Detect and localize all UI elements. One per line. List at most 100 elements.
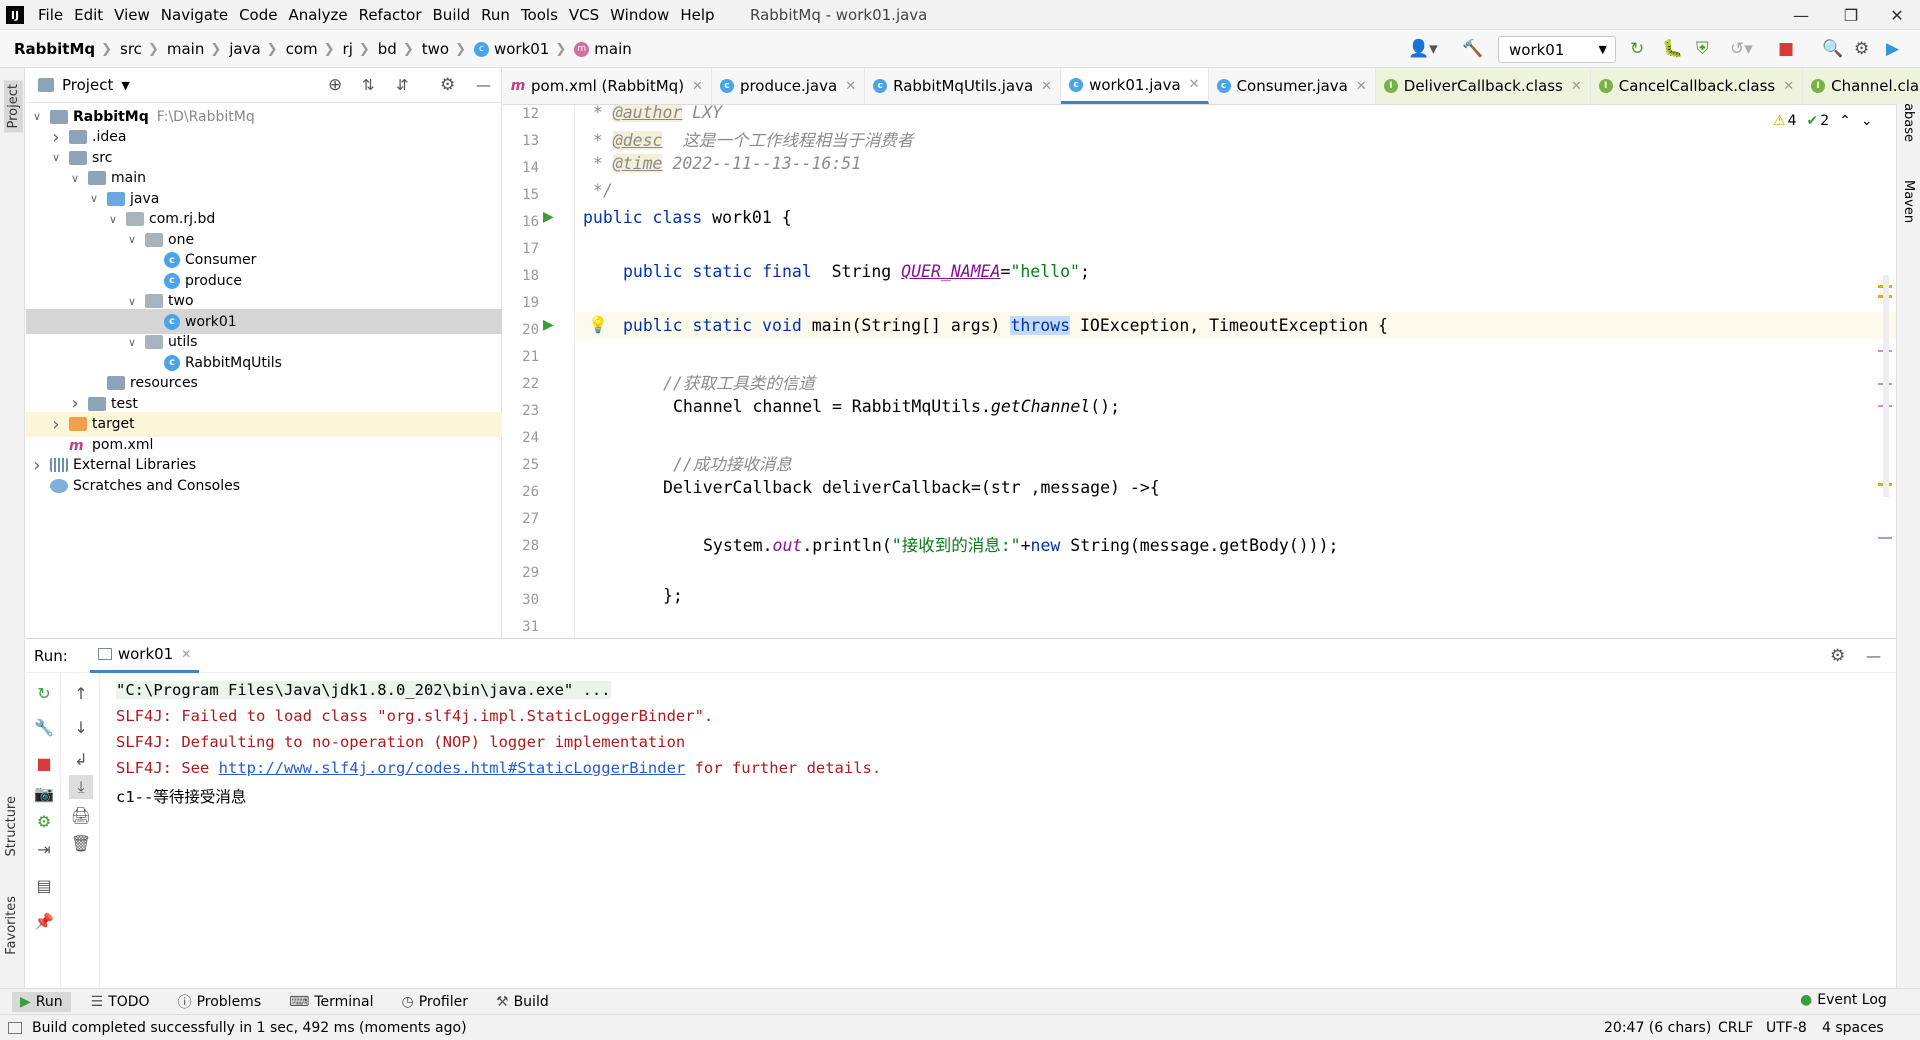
maximize-button[interactable]: ❐ <box>1828 3 1874 27</box>
project-panel-title[interactable]: Project <box>62 76 113 94</box>
inspection-widget[interactable]: ⚠ 4 ✔ 2 ⌃ ⌄ <box>1773 113 1873 129</box>
scroll-to-end-icon[interactable]: ⤓ <box>69 775 93 799</box>
tool-window-button-build[interactable]: ⚒ Build <box>488 992 557 1012</box>
chevron-down-icon[interactable]: ∨ <box>125 336 139 349</box>
lightbulb-icon[interactable]: 💡 <box>588 315 608 334</box>
menu-item-view[interactable]: View <box>114 4 150 26</box>
chevron-down-icon[interactable]: ∨ <box>68 172 82 185</box>
stop-icon[interactable]: ■ <box>32 751 56 775</box>
tool-window-button-run[interactable]: ▶ Run <box>12 991 71 1012</box>
close-tab-icon[interactable]: ✕ <box>181 647 191 661</box>
editor-scrollbar[interactable] <box>1883 275 1889 497</box>
debug-settings-icon[interactable]: ⚙ <box>32 809 56 833</box>
menu-item-window[interactable]: Window <box>610 4 669 26</box>
menu-item-edit[interactable]: Edit <box>74 4 103 26</box>
indent-setting[interactable]: 4 spaces <box>1822 1020 1884 1036</box>
menu-item-refactor[interactable]: Refactor <box>359 4 422 26</box>
run-configuration-select[interactable]: work01 ▼ <box>1498 36 1616 63</box>
stop-icon[interactable]: ■ <box>1778 39 1794 59</box>
layout-icon[interactable]: ▤ <box>32 873 56 897</box>
editor-tab[interactable]: c RabbitMqUtils.java ✕ <box>865 68 1062 104</box>
editor-tab[interactable]: IChannel.class✕ <box>1803 68 1920 104</box>
pin-icon[interactable]: 📌 <box>32 909 56 933</box>
settings-gear-icon[interactable]: ⚙ <box>1854 39 1869 59</box>
camera-icon[interactable]: 📷 <box>32 781 56 805</box>
breadcrumb-item[interactable]: main <box>167 40 204 58</box>
collapse-all-icon[interactable]: ⇵ <box>396 76 409 94</box>
usage-stripe[interactable] <box>1878 537 1892 539</box>
structure-tool-button[interactable]: Structure <box>4 796 19 856</box>
run-gutter-icon[interactable]: ▶ <box>543 317 554 333</box>
chevron-down-icon[interactable]: ∨ <box>106 213 120 226</box>
previous-highlight-icon[interactable]: ⌃ <box>1839 113 1851 129</box>
build-hammer-icon[interactable]: 🔨 <box>1462 39 1483 59</box>
close-tab-icon[interactable]: ✕ <box>1571 79 1582 94</box>
menu-item-navigate[interactable]: Navigate <box>161 4 228 26</box>
tool-window-button-terminal[interactable]: ⌨ Terminal <box>281 992 381 1012</box>
locate-icon[interactable]: ⊕ <box>328 75 342 95</box>
print-icon[interactable]: 🖨 <box>69 803 93 827</box>
expand-all-icon[interactable]: ⇅ <box>362 76 375 94</box>
menu-item-build[interactable]: Build <box>433 4 471 26</box>
trash-icon[interactable]: 🗑 <box>69 831 93 855</box>
search-icon[interactable]: 🔍 <box>1822 39 1843 59</box>
down-arrow-icon[interactable]: ↓ <box>69 715 93 739</box>
login-icon[interactable]: ⇥ <box>32 837 56 861</box>
up-arrow-icon[interactable]: ↑ <box>69 681 93 705</box>
soft-wrap-icon[interactable]: ↲ <box>69 747 93 771</box>
tree-item[interactable]: Scratches and Consoles <box>26 473 502 498</box>
caret-position[interactable]: 20:47 (6 chars) <box>1604 1020 1711 1036</box>
chevron-down-icon[interactable]: ∨ <box>49 151 63 164</box>
toolbox-icon[interactable]: ▶ <box>1886 39 1899 59</box>
profile-icon[interactable]: ↺▾ <box>1730 39 1753 59</box>
status-toggle-icon[interactable] <box>8 1021 22 1034</box>
tool-window-button-todo[interactable]: ☰ TODO <box>83 992 158 1012</box>
chevron-down-icon[interactable]: ∨ <box>125 233 139 246</box>
hide-panel-icon[interactable]: — <box>1866 647 1881 665</box>
minimize-button[interactable]: — <box>1778 3 1824 27</box>
project-tool-button[interactable]: Project <box>4 80 23 133</box>
file-encoding[interactable]: UTF-8 <box>1766 1020 1807 1036</box>
editor-tab[interactable]: I DeliverCallback.class ✕ <box>1375 68 1591 104</box>
code-editor[interactable]: 12 13 14 15 16 17 18 19 20 21 22 23 24 25 26 27 28 29 30 31… <box>503 105 1896 638</box>
breadcrumb-item[interactable]: main <box>594 40 631 58</box>
menu-item-file[interactable]: File <box>38 4 63 26</box>
menu-item-run[interactable]: Run <box>481 4 510 26</box>
chevron-down-icon[interactable]: ∨ <box>87 192 101 205</box>
menu-item-tools[interactable]: Tools <box>521 4 558 26</box>
gear-icon[interactable]: ⚙ <box>440 75 455 95</box>
debug-icon[interactable]: 🐛 <box>1662 39 1683 59</box>
chevron-down-icon[interactable]: ∨ <box>125 295 139 308</box>
close-window-button[interactable]: ✕ <box>1874 3 1920 27</box>
close-tab-icon[interactable]: ✕ <box>1356 79 1367 94</box>
maven-tool-button[interactable]: Maven <box>1901 180 1916 223</box>
rerun-icon[interactable]: ↻ <box>1630 39 1644 59</box>
chevron-down-icon[interactable]: ∨ <box>30 110 44 123</box>
coverage-icon[interactable]: ⛨ <box>1696 39 1709 59</box>
editor-tab[interactable]: m pom.xml (RabbitMq) ✕ <box>503 68 712 104</box>
favorites-tool-button[interactable]: Favorites <box>4 896 19 955</box>
console-link[interactable]: http://www.slf4j.org/codes.html#StaticLo… <box>219 759 686 777</box>
menu-item-help[interactable]: Help <box>680 4 714 26</box>
next-highlight-icon[interactable]: ⌄ <box>1861 113 1873 129</box>
breadcrumb-item[interactable]: rj <box>343 40 353 58</box>
editor-tab[interactable]: c Consumer.java ✕ <box>1209 68 1376 104</box>
line-separator[interactable]: CRLF <box>1718 1020 1753 1036</box>
breadcrumb-item[interactable]: java <box>229 40 260 58</box>
rerun-icon[interactable]: ↻ <box>32 681 56 705</box>
editor-tab[interactable]: c produce.java ✕ <box>712 68 866 104</box>
close-tab-icon[interactable]: ✕ <box>1189 77 1200 92</box>
run-class-gutter-icon[interactable]: ▶ <box>543 209 554 225</box>
gear-icon[interactable]: ⚙ <box>1830 646 1845 666</box>
breadcrumb-item[interactable]: bd <box>378 40 397 58</box>
breadcrumb-item[interactable]: RabbitMq <box>14 40 95 58</box>
wrench-icon[interactable]: 🔧 <box>32 715 56 739</box>
breadcrumb-item[interactable]: work01 <box>494 40 549 58</box>
menu-item-code[interactable]: Code <box>239 4 277 26</box>
menu-item-vcs[interactable]: VCS <box>569 4 599 26</box>
chevron-down-icon[interactable]: ▼ <box>121 79 129 92</box>
menu-item-analyze[interactable]: Analyze <box>288 4 347 26</box>
tool-window-button-problems[interactable]: ⓘ Problems <box>170 990 270 1014</box>
breadcrumb-item[interactable]: src <box>120 40 142 58</box>
tool-window-button-profiler[interactable]: ◷ Profiler <box>394 992 477 1012</box>
